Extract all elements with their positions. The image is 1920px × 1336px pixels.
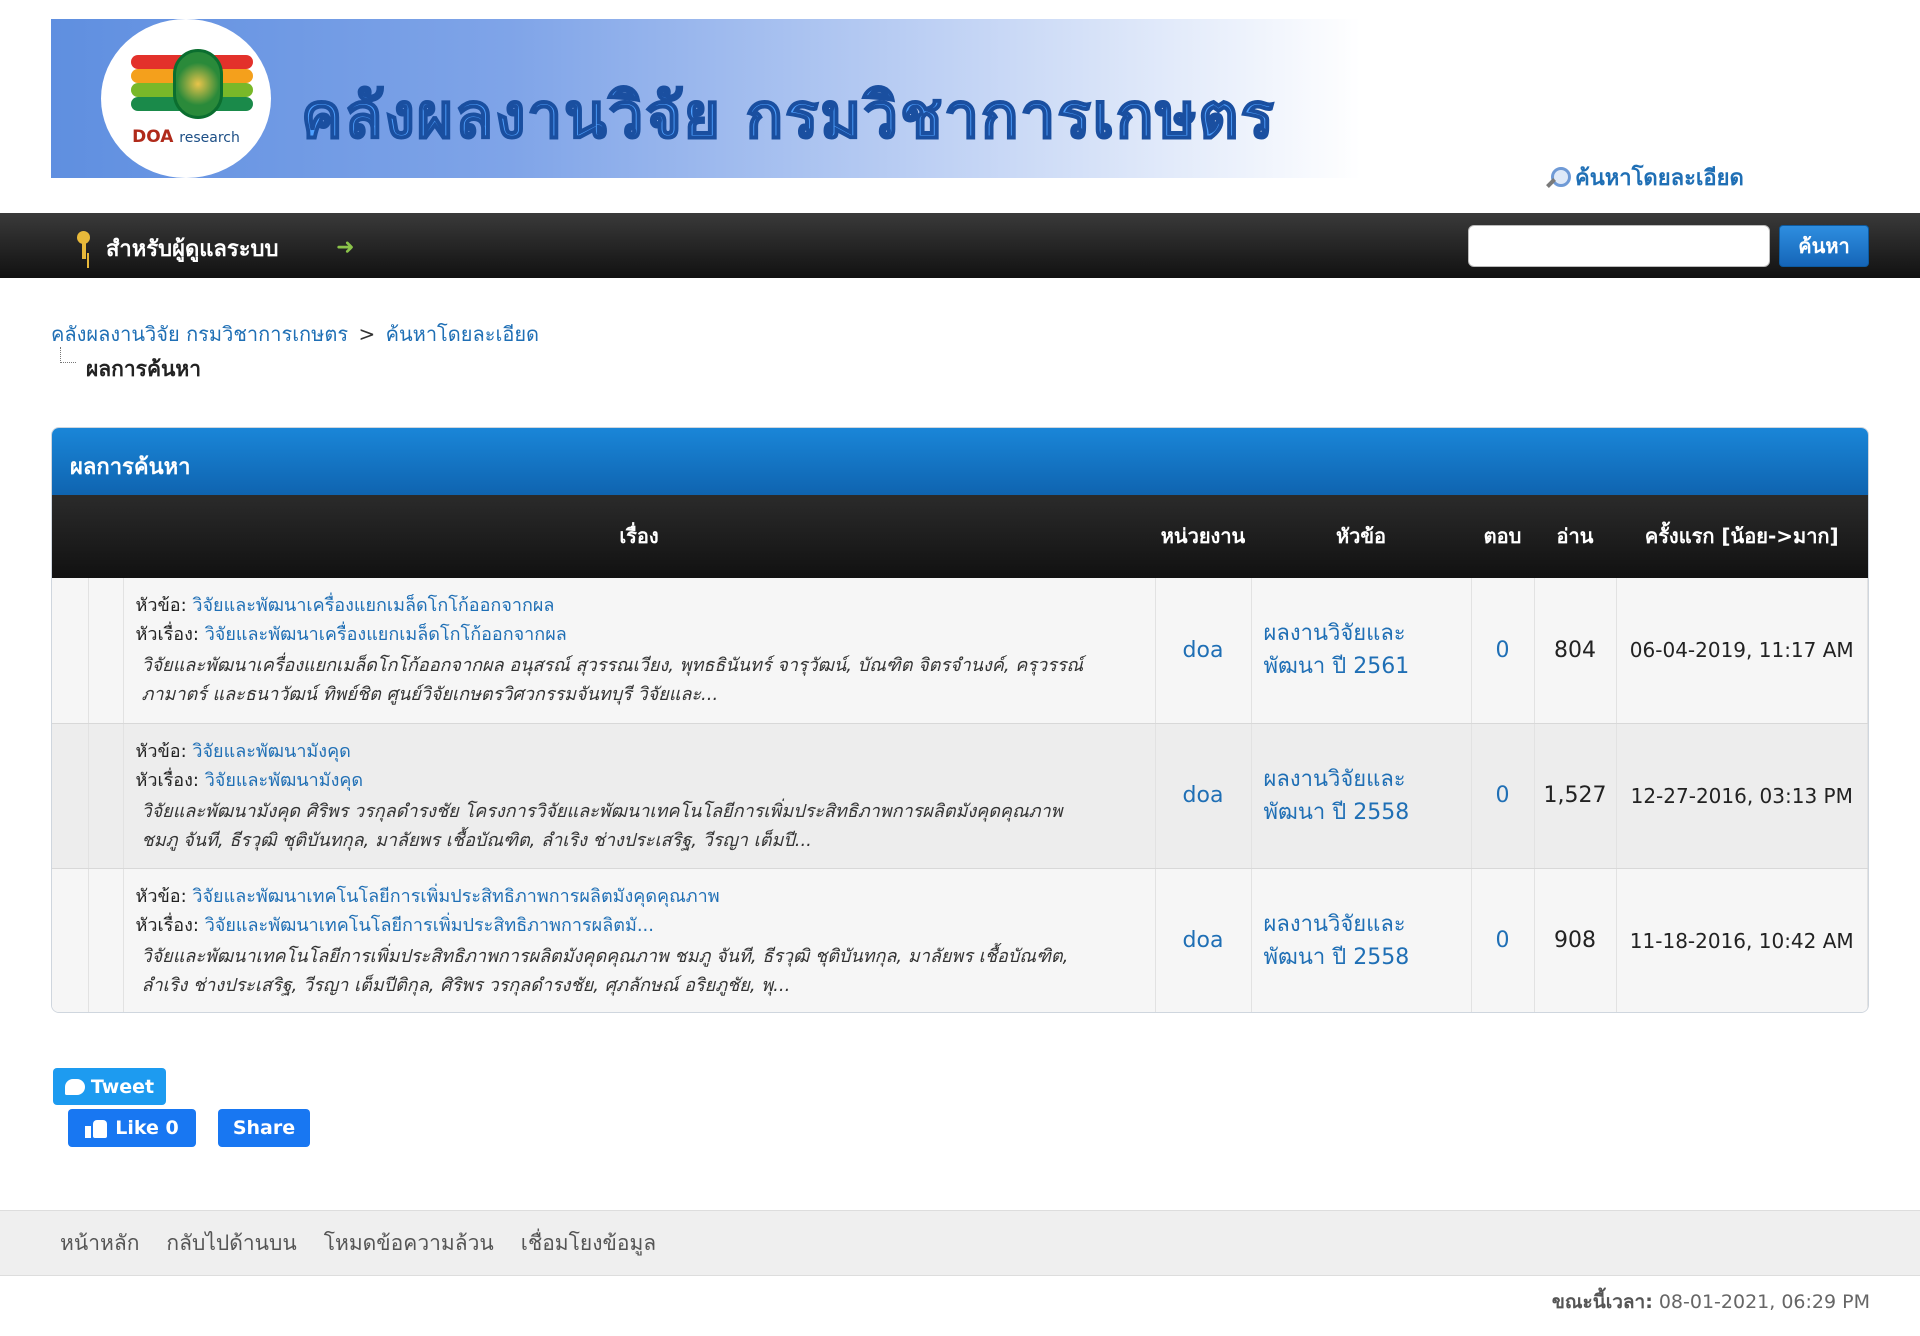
row-subject-cell: หัวข้อ: วิจัยและพัฒนาเทคโนโลยีการเพิ่มปร… <box>123 868 1156 1012</box>
unit-link[interactable]: doa <box>1183 638 1224 663</box>
row-unit-cell: doa <box>1155 723 1252 869</box>
admin-link[interactable]: สำหรับผู้ดูแลระบบ <box>106 231 278 266</box>
row-status-cell <box>52 723 89 869</box>
footer-bar: หน้าหลัก กลับไปด้านบน โหมดข้อความล้วน เช… <box>0 1210 1920 1276</box>
replies-link[interactable]: 0 <box>1496 638 1510 663</box>
header-first-post[interactable]: ครั้งแรก [น้อย->มาก] <box>1616 495 1868 578</box>
table-row: หัวข้อ: วิจัยและพัฒนาเครื่องแยกเมล็ดโกโก… <box>52 578 1868 724</box>
row-icon-cell <box>88 723 124 869</box>
table-row: หัวข้อ: วิจัยและพัฒนาเทคโนโลยีการเพิ่มปร… <box>52 868 1868 1012</box>
thumbs-up-icon <box>85 1118 108 1138</box>
topic-label: หัวข้อ: <box>135 740 187 762</box>
row-replies-cell: 0 <box>1471 723 1535 869</box>
like-label: Like 0 <box>115 1117 179 1139</box>
doa-logo: DOA research <box>101 19 271 178</box>
row-replies-cell: 0 <box>1471 578 1535 724</box>
subject-title-link[interactable]: วิจัยและพัฒนามังคุด <box>205 770 363 791</box>
footer-link-text-mode[interactable]: โหมดข้อความล้วน <box>324 1227 494 1260</box>
breadcrumb-separator: > <box>358 322 376 346</box>
row-forum-cell: ผลงานวิจัยและ พัฒนา ปี 2558 <box>1251 868 1472 1012</box>
page-title: ผลการค้นหา <box>86 357 201 381</box>
post-excerpt: วิจัยและพัฒนามังคุด ศิริพร วรกุลดำรงชัย … <box>141 800 1063 851</box>
header-icon-col <box>52 495 88 578</box>
replies-link[interactable]: 0 <box>1496 928 1510 953</box>
advanced-search-label: ค้นหาโดยละเอียด <box>1575 166 1744 191</box>
subject-label: หัวเรื่อง: <box>135 624 199 646</box>
header-subject[interactable]: เรื่อง <box>123 495 1155 578</box>
row-date-cell: 06-04-2019, 11:17 AM <box>1616 578 1868 724</box>
row-replies-cell: 0 <box>1471 868 1535 1012</box>
subject-title-link[interactable]: วิจัยและพัฒนาเทคโนโลยีการเพิ่มประสิทธิภา… <box>205 915 654 936</box>
topic-label: หัวข้อ: <box>135 885 187 907</box>
header-unit[interactable]: หน่วยงาน <box>1155 495 1251 578</box>
tweet-label: Tweet <box>90 1075 155 1098</box>
row-reads-cell: 1,527 <box>1534 723 1617 869</box>
breadcrumb: คลังผลงานวิจัย กรมวิชาการเกษตร > ค้นหาโด… <box>51 318 539 350</box>
header-topic[interactable]: หัวข้อ <box>1251 495 1471 578</box>
row-icon-cell <box>88 578 124 724</box>
footer-link-top[interactable]: กลับไปด้านบน <box>166 1227 296 1260</box>
breadcrumb-advanced-search[interactable]: ค้นหาโดยละเอียด <box>386 322 539 346</box>
footer-link-data[interactable]: เชื่อมโยงข้อมูล <box>521 1227 656 1260</box>
facebook-share-button[interactable]: Share <box>218 1109 310 1147</box>
header-replies[interactable]: ตอบ <box>1471 495 1534 578</box>
row-subject-cell: หัวข้อ: วิจัยและพัฒนามังคุด หัวเรื่อง: ว… <box>123 723 1156 869</box>
time-value: 08-01-2021, 06:29 PM <box>1658 1291 1870 1313</box>
header-icon-col-2 <box>88 495 123 578</box>
row-reads-cell: 804 <box>1534 578 1617 724</box>
row-icon-cell <box>88 868 124 1012</box>
advanced-search-link[interactable]: ค้นหาโดยละเอียด <box>1545 160 1744 195</box>
current-time: ขณะนี้เวลา: 08-01-2021, 06:29 PM <box>1552 1287 1870 1317</box>
forum-link[interactable]: ผลงานวิจัยและ พัฒนา ปี 2561 <box>1264 621 1410 679</box>
logo-text: DOA research <box>132 127 240 147</box>
search-button[interactable]: ค้นหา <box>1779 225 1869 267</box>
header-reads[interactable]: อ่าน <box>1534 495 1616 578</box>
facebook-like-button[interactable]: Like 0 <box>68 1109 196 1147</box>
topic-title-link[interactable]: วิจัยและพัฒนาเครื่องแยกเมล็ดโกโก้ออกจากผ… <box>192 595 554 616</box>
results-panel-title: ผลการค้นหา <box>52 428 1868 495</box>
topic-title-link[interactable]: วิจัยและพัฒนาเทคโนโลยีการเพิ่มประสิทธิภา… <box>192 886 719 907</box>
forum-link[interactable]: ผลงานวิจัยและ พัฒนา ปี 2558 <box>1264 767 1410 825</box>
row-forum-cell: ผลงานวิจัยและ พัฒนา ปี 2561 <box>1251 578 1472 724</box>
row-status-cell <box>52 868 89 1012</box>
time-label: ขณะนี้เวลา: <box>1551 1291 1653 1313</box>
row-unit-cell: doa <box>1155 578 1252 724</box>
magnifier-icon <box>1545 166 1571 189</box>
post-excerpt: วิจัยและพัฒนาเทคโนโลยีการเพิ่มประสิทธิภา… <box>141 945 1069 996</box>
row-date-cell: 12-27-2016, 03:13 PM <box>1616 723 1868 869</box>
search-input[interactable] <box>1468 225 1770 267</box>
subject-label: หัวเรื่อง: <box>135 914 199 936</box>
twitter-bird-icon <box>64 1078 85 1095</box>
results-table: เรื่อง หน่วยงาน หัวข้อ ตอบ อ่าน ครั้งแรก… <box>52 495 1868 1012</box>
row-subject-cell: หัวข้อ: วิจัยและพัฒนาเครื่องแยกเมล็ดโกโก… <box>123 578 1156 724</box>
footer-link-home[interactable]: หน้าหลัก <box>60 1227 139 1260</box>
department-seal-icon <box>173 49 223 119</box>
results-panel: ผลการค้นหา เรื่อง หน่วยงาน หัวข้อ ตอบ อ่… <box>51 427 1869 1013</box>
arrow-right-icon[interactable]: ➜ <box>336 235 354 260</box>
row-unit-cell: doa <box>1155 868 1252 1012</box>
post-excerpt: วิจัยและพัฒนาเครื่องแยกเมล็ดโกโก้ออกจากผ… <box>141 655 1084 706</box>
topic-title-link[interactable]: วิจัยและพัฒนามังคุด <box>192 741 350 762</box>
table-row: หัวข้อ: วิจัยและพัฒนามังคุด หัวเรื่อง: ว… <box>52 723 1868 869</box>
replies-link[interactable]: 0 <box>1496 783 1510 808</box>
breadcrumb-home[interactable]: คลังผลงานวิจัย กรมวิชาการเกษตร <box>51 322 348 346</box>
row-reads-cell: 908 <box>1534 868 1617 1012</box>
topic-label: หัวข้อ: <box>135 595 187 617</box>
results-header-row: เรื่อง หน่วยงาน หัวข้อ ตอบ อ่าน ครั้งแรก… <box>52 495 1868 578</box>
key-icon <box>74 231 94 261</box>
subject-title-link[interactable]: วิจัยและพัฒนาเครื่องแยกเมล็ดโกโก้ออกจากผ… <box>205 624 567 645</box>
unit-link[interactable]: doa <box>1183 928 1224 953</box>
site-banner[interactable]: DOA research คลังผลงานวิจัย กรมวิชาการเก… <box>51 19 1361 178</box>
banner-title: คลังผลงานวิจัย กรมวิชาการเกษตร <box>300 78 1276 153</box>
unit-link[interactable]: doa <box>1183 783 1224 808</box>
subject-label: หัวเรื่อง: <box>135 769 199 791</box>
top-navbar: สำหรับผู้ดูแลระบบ ➜ ค้นหา <box>0 213 1920 278</box>
row-forum-cell: ผลงานวิจัยและ พัฒนา ปี 2558 <box>1251 723 1472 869</box>
breadcrumb-tree-line <box>60 347 76 363</box>
tweet-button[interactable]: Tweet <box>53 1068 166 1105</box>
row-status-cell <box>52 578 89 724</box>
row-date-cell: 11-18-2016, 10:42 AM <box>1616 868 1868 1012</box>
forum-link[interactable]: ผลงานวิจัยและ พัฒนา ปี 2558 <box>1264 912 1410 970</box>
